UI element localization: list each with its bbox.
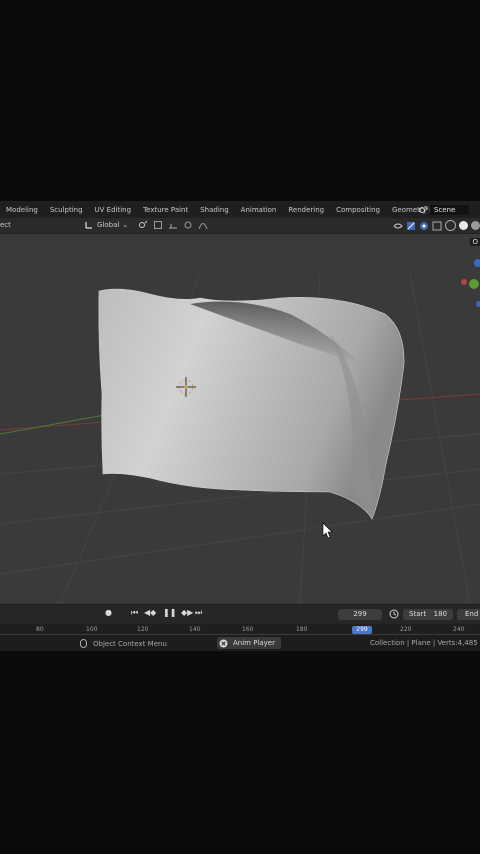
transform-orientation-dropdown[interactable]: Global ⌄: [84, 220, 128, 230]
tab-shading[interactable]: Shading: [194, 206, 234, 214]
start-label: Start: [409, 610, 427, 618]
scene-name-field[interactable]: Scene: [430, 204, 470, 215]
tab-texture-paint[interactable]: Texture Paint: [137, 206, 194, 214]
ruler-tick: 120: [137, 626, 149, 633]
blender-window: Modeling Sculpting UV Editing Texture Pa…: [0, 201, 480, 651]
wireframe-shading-icon[interactable]: [445, 220, 456, 231]
chevron-down-icon: ⌄: [122, 221, 129, 229]
viewport-header: ect Global ⌄: [0, 218, 480, 234]
clock-icon[interactable]: [389, 609, 399, 619]
proportional-edit-icon[interactable]: [183, 220, 193, 230]
material-shading-icon[interactable]: [471, 221, 480, 230]
jump-end-icon[interactable]: ⏭: [195, 608, 202, 618]
orientation-icon: [85, 222, 92, 229]
ruler-tick: 80: [36, 626, 44, 633]
snap-target-icon[interactable]: [168, 220, 178, 230]
timeline-panel: ● ⏮ ◀◆ ❚❚ ◆▶ ⏭ 299 Start 180 End 80 100 …: [0, 604, 480, 636]
end-label: End: [465, 610, 479, 618]
orientation-label: Global: [97, 221, 120, 229]
ruler-tick: 220: [400, 626, 412, 633]
scene-icon: [419, 206, 428, 213]
record-icon[interactable]: ●: [105, 608, 112, 617]
viewport-shading-controls: [393, 220, 480, 231]
tab-sculpting[interactable]: Sculpting: [44, 206, 89, 214]
scene-selector[interactable]: Scene: [418, 203, 480, 216]
start-frame-field[interactable]: Start 180: [403, 609, 453, 620]
navigation-gizmo[interactable]: [461, 259, 480, 307]
anim-player-label: Anim Player: [233, 639, 275, 647]
anim-player-badge[interactable]: Anim Player: [217, 637, 281, 649]
ruler-tick: 240: [453, 626, 465, 633]
solid-shading-icon[interactable]: [459, 221, 468, 230]
jump-start-icon[interactable]: ⏮: [131, 608, 138, 618]
prev-keyframe-icon[interactable]: ◀◆: [144, 608, 156, 617]
ruler-tick: 140: [189, 626, 201, 633]
tab-modeling[interactable]: Modeling: [0, 206, 44, 214]
playback-controls: ● ⏮ ◀◆ ❚❚ ◆▶ ⏭ 299 Start 180 End: [0, 608, 480, 622]
pause-icon[interactable]: ❚❚: [163, 608, 176, 617]
xray-icon[interactable]: [432, 221, 442, 231]
y-axis-line: [0, 413, 111, 435]
mouse-cursor-icon: [322, 522, 333, 539]
object-menu[interactable]: ect: [0, 221, 11, 229]
cancel-icon[interactable]: [219, 639, 228, 648]
tab-rendering[interactable]: Rendering: [282, 206, 330, 214]
end-frame-field[interactable]: End: [457, 609, 480, 620]
ruler-tick: 100: [86, 626, 98, 633]
context-menu-hint: Object Context Menu: [80, 639, 167, 648]
ruler-tick: 180: [296, 626, 308, 633]
next-keyframe-icon[interactable]: ◆▶: [181, 608, 193, 617]
visibility-icon[interactable]: [393, 221, 403, 231]
snap-icon[interactable]: [153, 220, 163, 230]
scene-statistics: Collection | Plane | Verts:4,485 | Fa: [370, 639, 480, 647]
tab-compositing[interactable]: Compositing: [330, 206, 386, 214]
overlay-icon[interactable]: [419, 221, 429, 231]
header-right-label: O: [470, 238, 480, 246]
viewport-canvas: [0, 259, 480, 604]
mouse-right-icon: [80, 639, 87, 648]
tab-uv-editing[interactable]: UV Editing: [89, 206, 138, 214]
workspace-tab-bar: Modeling Sculpting UV Editing Texture Pa…: [0, 201, 480, 218]
start-value: 180: [433, 610, 447, 618]
context-menu-label: Object Context Menu: [93, 639, 167, 648]
frame-ruler[interactable]: 80 100 120 140 160 180 299 220 240: [0, 624, 480, 636]
ruler-tick: 160: [242, 626, 254, 633]
3d-viewport[interactable]: O: [0, 234, 480, 604]
tab-animation[interactable]: Animation: [235, 206, 283, 214]
current-frame-field[interactable]: 299: [338, 609, 382, 620]
status-bar: Object Context Menu Anim Player Collecti…: [0, 635, 480, 651]
playhead[interactable]: 299: [352, 626, 372, 634]
pivot-icon[interactable]: [138, 220, 148, 230]
falloff-icon[interactable]: [198, 220, 208, 230]
snap-tools: [138, 220, 208, 230]
gizmo-icon[interactable]: [406, 221, 416, 231]
